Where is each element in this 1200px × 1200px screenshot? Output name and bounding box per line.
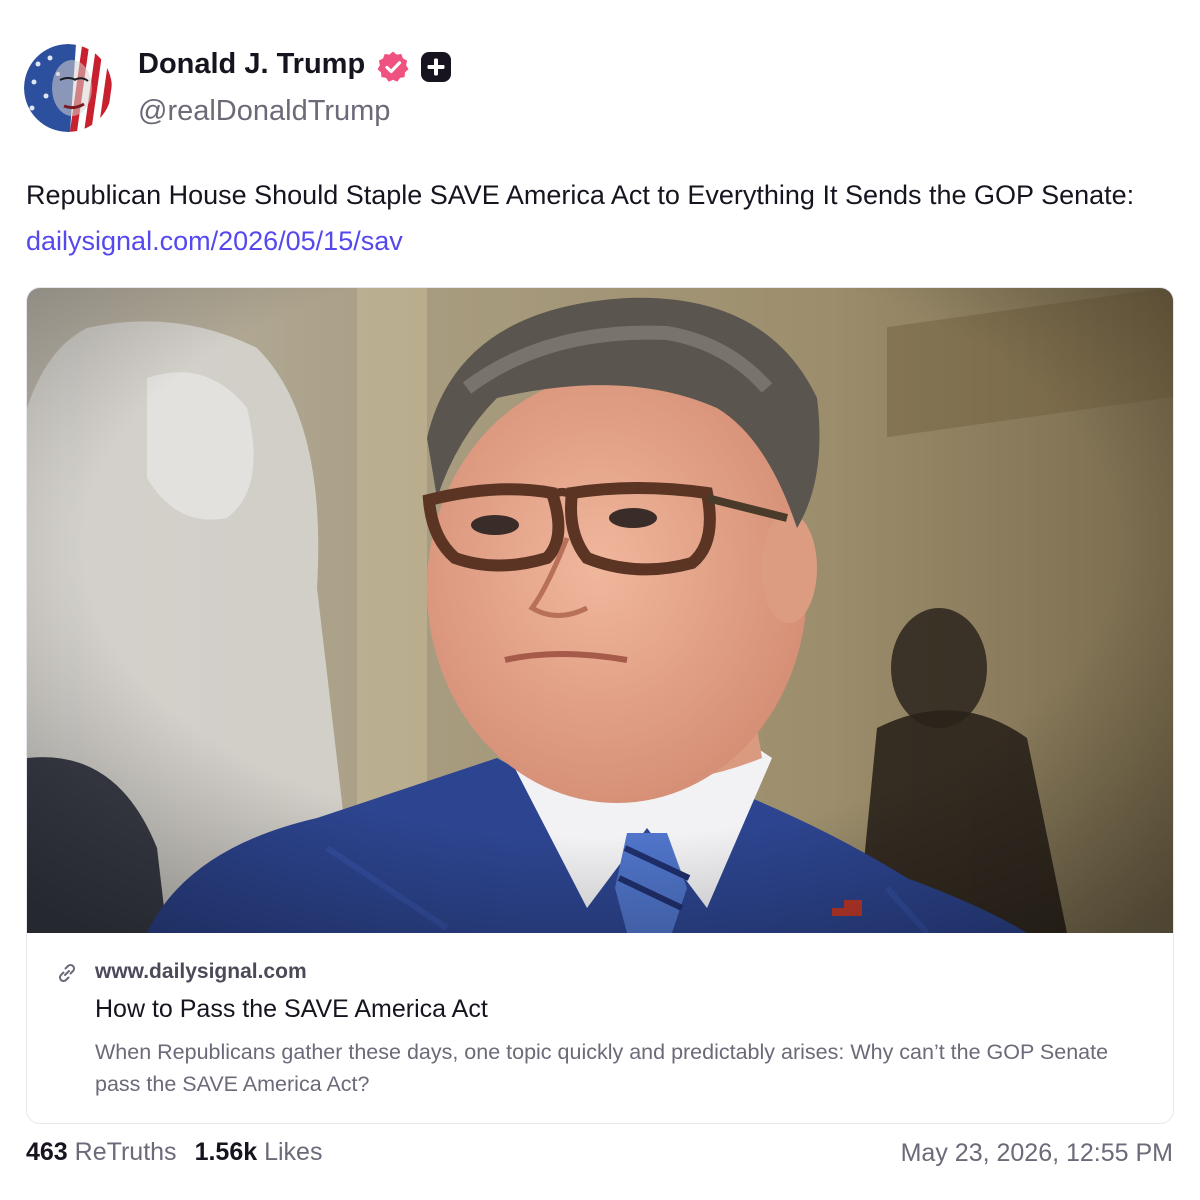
post-text-content: Republican House Should Staple SAVE Amer… bbox=[26, 180, 1135, 210]
flag-face-avatar-icon bbox=[24, 44, 112, 132]
user-handle[interactable]: @realDonaldTrump bbox=[138, 95, 390, 128]
post: Donald J. Trump @realDonaldTrump Republi… bbox=[0, 0, 1200, 1200]
post-timestamp[interactable]: May 23, 2026, 12:55 PM bbox=[901, 1139, 1173, 1168]
avatar[interactable] bbox=[24, 44, 112, 132]
post-stats: 463 ReTruths 1.56k Likes bbox=[26, 1138, 322, 1167]
plus-badge-icon bbox=[421, 52, 451, 82]
link-preview-card[interactable]: www.dailysignal.com How to Pass the SAVE… bbox=[26, 287, 1174, 1124]
retruths-count[interactable]: 463 bbox=[26, 1138, 68, 1166]
retruths-label[interactable]: ReTruths bbox=[75, 1138, 177, 1166]
display-name[interactable]: Donald J. Trump bbox=[138, 48, 365, 81]
likes-label[interactable]: Likes bbox=[264, 1138, 322, 1166]
verified-badge-icon bbox=[377, 51, 409, 82]
article-image[interactable] bbox=[27, 288, 1174, 933]
card-title[interactable]: How to Pass the SAVE America Act bbox=[95, 995, 488, 1024]
post-text: Republican House Should Staple SAVE Amer… bbox=[26, 172, 1176, 264]
card-domain[interactable]: www.dailysignal.com bbox=[95, 960, 307, 984]
link-icon bbox=[58, 963, 76, 983]
card-description: When Republicans gather these days, one … bbox=[95, 1040, 1109, 1096]
post-link[interactable]: dailysignal.com/2026/05/15/sav bbox=[26, 226, 403, 256]
likes-count[interactable]: 1.56k bbox=[195, 1138, 258, 1166]
